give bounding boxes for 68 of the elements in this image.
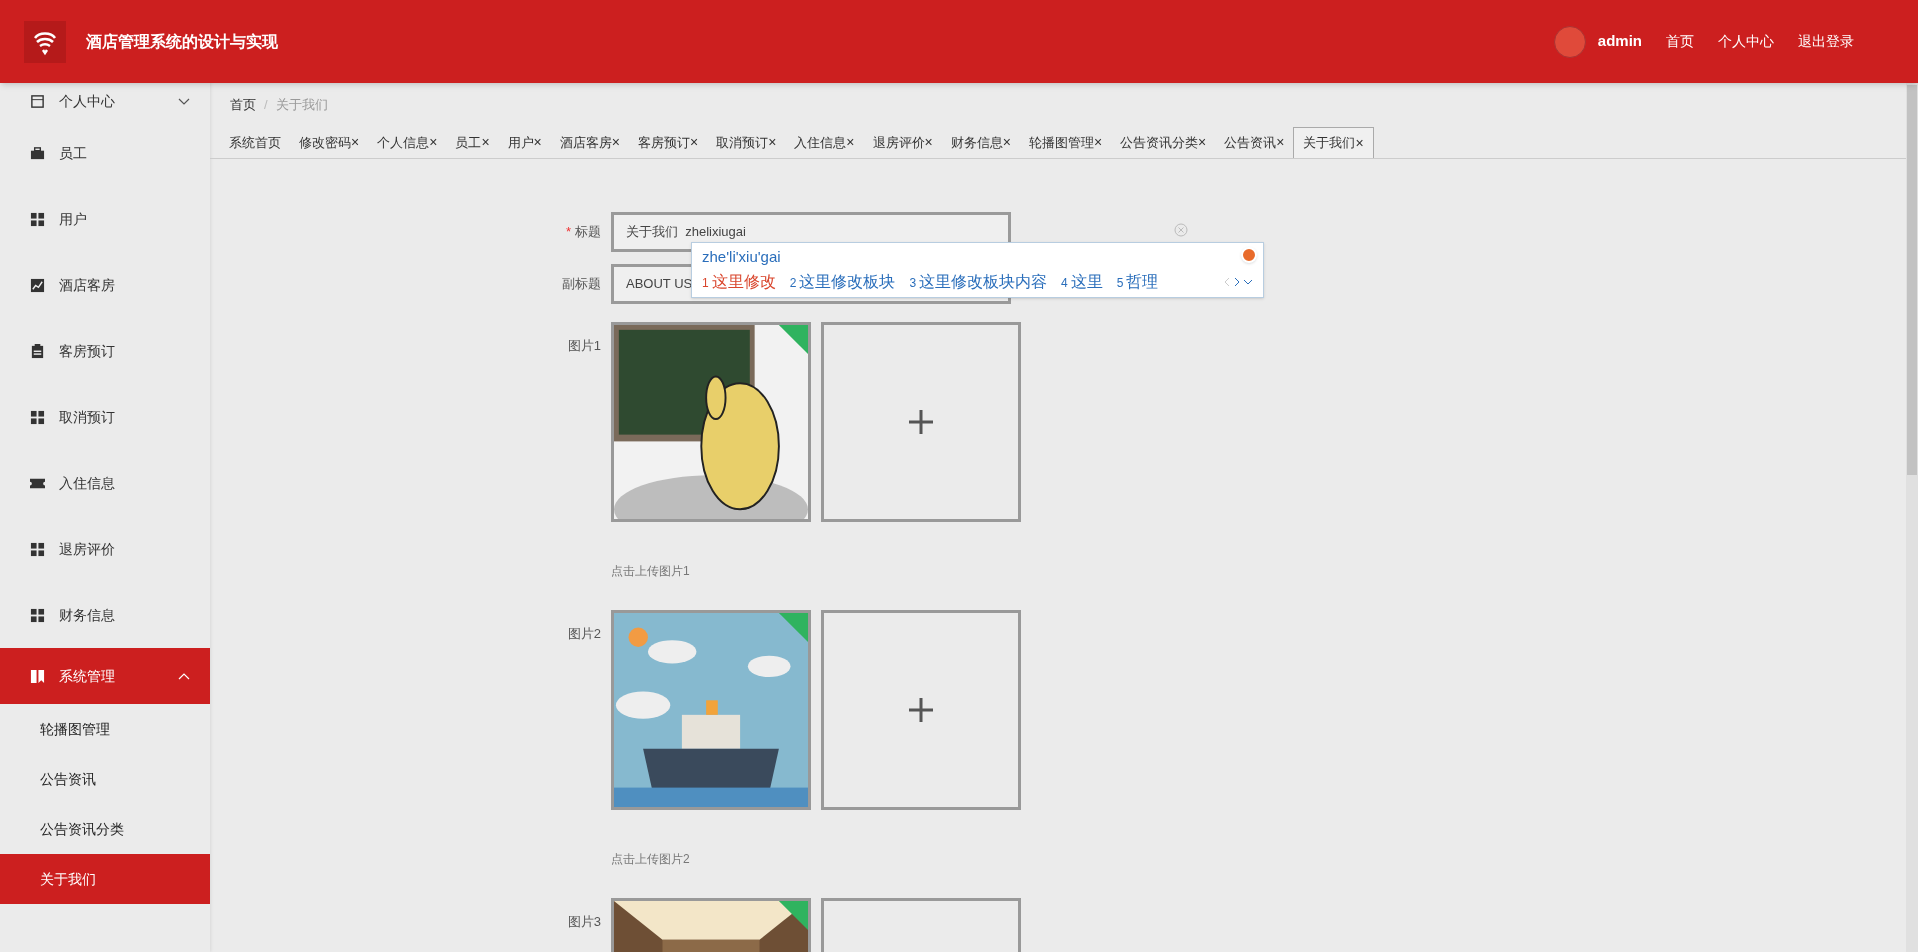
- avatar: [1553, 25, 1586, 58]
- ime-candidate[interactable]: 4 这里: [1061, 270, 1103, 294]
- tab[interactable]: 用户×: [498, 127, 551, 158]
- upload-box[interactable]: [821, 322, 1021, 522]
- field-label: 图片2: [566, 625, 602, 643]
- tab[interactable]: 员工×: [446, 127, 499, 158]
- sidebar-item[interactable]: 退房评价: [0, 516, 210, 582]
- sidebar-item[interactable]: 取消预订: [0, 384, 210, 450]
- tab[interactable]: 财务信息×: [941, 127, 1020, 158]
- ime-candidate[interactable]: 1 这里修改: [702, 270, 776, 294]
- sidebar-item[interactable]: 员工: [0, 120, 210, 186]
- ime-candidate[interactable]: 5 哲理: [1116, 270, 1159, 294]
- sidebar-item[interactable]: 系统管理: [0, 648, 210, 704]
- upload-hint: 点击上传图片2: [611, 851, 690, 868]
- field-label: 标题: [575, 223, 601, 242]
- clipboard-icon: [30, 343, 45, 359]
- grid-icon: [30, 607, 45, 623]
- username: admin: [1597, 31, 1642, 52]
- header-link[interactable]: 个人中心: [1718, 31, 1774, 52]
- grid-icon: [30, 211, 45, 227]
- sidebar-item[interactable]: 用户: [0, 186, 210, 252]
- book-icon: [30, 668, 45, 684]
- sidebar-item[interactable]: 客房预订: [0, 318, 210, 384]
- plus-icon: [907, 408, 935, 436]
- sidebar-item[interactable]: 酒店客房: [0, 252, 210, 318]
- briefcase-icon: [30, 145, 45, 161]
- clear-icon[interactable]: [1174, 223, 1188, 237]
- tab[interactable]: 酒店客房×: [550, 127, 629, 158]
- logo-icon: [24, 20, 66, 63]
- sidebar-item[interactable]: 个人中心: [0, 83, 210, 120]
- field-label: 副标题: [562, 275, 601, 294]
- tab[interactable]: 退房评价×: [863, 127, 942, 158]
- ime-logo-icon: [1241, 247, 1257, 263]
- scrollbar[interactable]: [1906, 83, 1918, 952]
- tab[interactable]: 个人信息×: [368, 127, 447, 158]
- grid-icon: [30, 541, 45, 557]
- header-link[interactable]: 退出登录: [1798, 31, 1854, 52]
- sidebar-subitem[interactable]: 公告资讯: [0, 754, 210, 804]
- app-title: 酒店管理系统的设计与实现: [86, 31, 278, 52]
- tab[interactable]: 轮播图管理×: [1019, 127, 1112, 158]
- ime-candidate[interactable]: 2 这里修改板块: [789, 270, 896, 294]
- required-mark: *: [565, 223, 571, 242]
- breadcrumb-separator: /: [264, 96, 268, 115]
- calendar-icon: [30, 94, 45, 109]
- tab[interactable]: 系统首页: [220, 127, 290, 158]
- tab[interactable]: 取消预订×: [707, 127, 786, 158]
- tab[interactable]: 关于我们×: [1293, 127, 1374, 158]
- sidebar-item[interactable]: 入住信息: [0, 450, 210, 516]
- field-label: 图片3: [566, 913, 602, 931]
- tab[interactable]: 客房预订×: [628, 127, 708, 158]
- sidebar-item[interactable]: 财务信息: [0, 582, 210, 648]
- chart-icon: [30, 277, 45, 293]
- ime-candidate[interactable]: 3 这里修改板块内容: [909, 270, 1048, 294]
- upload-hint: 点击上传图片1: [611, 563, 690, 580]
- tab[interactable]: 公告资讯分类×: [1111, 127, 1216, 158]
- tab[interactable]: 入住信息×: [785, 127, 864, 158]
- upload-box[interactable]: [821, 610, 1021, 810]
- sidebar-subitem[interactable]: 公告资讯分类: [0, 804, 210, 854]
- tab[interactable]: 修改密码×: [290, 127, 369, 158]
- field-label: 图片1: [566, 337, 602, 355]
- header-link[interactable]: 首页: [1666, 31, 1694, 52]
- breadcrumb-item[interactable]: 首页: [230, 95, 256, 115]
- grid-icon: [30, 409, 45, 425]
- sidebar-subitem[interactable]: 轮播图管理: [0, 704, 210, 754]
- plus-icon: [907, 696, 935, 724]
- sidebar-subitem[interactable]: 关于我们: [0, 854, 210, 904]
- tab[interactable]: 公告资讯×: [1215, 127, 1294, 158]
- breadcrumb-item: 关于我们: [275, 96, 328, 115]
